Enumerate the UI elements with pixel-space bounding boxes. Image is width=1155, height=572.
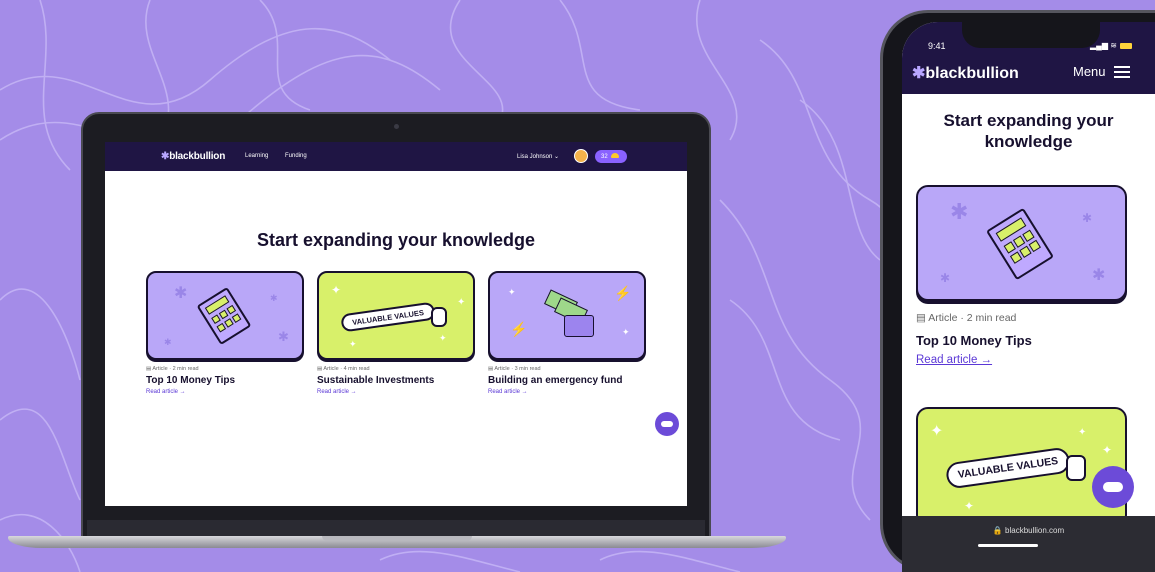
sparkle-icon: ✦	[930, 423, 944, 440]
menu-button[interactable]: Menu	[1073, 64, 1106, 79]
sparkle-icon: ✱	[270, 293, 278, 303]
sparkle-icon: ✦	[439, 333, 447, 343]
page-title: Start expanding your knowledge	[943, 111, 1114, 151]
read-article-link[interactable]: Read article →	[488, 389, 646, 395]
sparkle-icon: ✱	[1092, 267, 1106, 284]
article-title[interactable]: Sustainable Investments	[317, 375, 475, 386]
logo-text: blackbullion	[925, 65, 1019, 82]
article-card[interactable]: ✦ ✦ ✦ ✦ VALUABLE VALUES ▤ Article · 4 mi…	[317, 271, 475, 395]
sparkle-icon: ⚡	[510, 321, 528, 337]
status-icons: ▂▄▆ ≋	[1090, 41, 1132, 50]
points-badge[interactable]: 32	[595, 150, 627, 163]
article-title[interactable]: Top 10 Money Tips	[146, 375, 304, 386]
emergency-fund-illustration: ✦ ⚡ ⚡ ✦	[488, 271, 646, 360]
wallet-icon	[564, 315, 594, 337]
status-time: 9:41	[928, 41, 946, 51]
battery-icon	[1119, 42, 1132, 49]
hamburger-icon[interactable]	[1114, 66, 1130, 78]
phone-screen: 9:41 ▂▄▆ ≋ ✱blackbullion Menu Start expa…	[902, 22, 1155, 572]
sparkle-icon: ✱	[278, 329, 289, 344]
logo-star-icon: ✱	[912, 65, 926, 82]
thumbs-up-icon	[431, 307, 447, 327]
article-card[interactable]: ✦ ⚡ ⚡ ✦ ▤ Article · 3 min read Building …	[488, 271, 646, 395]
sparkle-icon: ✱	[164, 337, 172, 347]
read-article-link[interactable]: Read article →	[317, 389, 475, 395]
article-title[interactable]: Top 10 Money Tips	[916, 333, 1032, 348]
page-title: Start expanding your knowledge	[256, 230, 536, 250]
article-meta: ▤ Article · 2 min read	[916, 312, 1017, 324]
valuable-values-banner: VALUABLE VALUES	[340, 301, 436, 333]
sparkle-icon: ✦	[1078, 427, 1087, 438]
logo-text: blackbullion	[169, 151, 226, 162]
valuable-values-banner: VALUABLE VALUES	[944, 446, 1072, 490]
blackbullion-logo[interactable]: ✱blackbullion	[161, 151, 225, 162]
coins-icon	[610, 153, 619, 158]
avatar[interactable]	[574, 149, 588, 163]
read-article-link[interactable]: Read article →	[916, 354, 992, 366]
sparkle-icon: ✱	[1082, 211, 1093, 225]
sparkle-icon: ✦	[964, 499, 975, 513]
article-meta: ▤ Article · 2 min read	[146, 366, 199, 372]
sparkle-icon: ✱	[940, 271, 951, 285]
sparkle-icon: ✦	[622, 327, 630, 337]
chat-button[interactable]	[655, 412, 679, 436]
phone-header: 9:41 ▂▄▆ ≋ ✱blackbullion Menu	[902, 22, 1155, 94]
thumbs-up-icon	[1066, 455, 1086, 481]
article-title[interactable]: Building an emergency fund	[488, 375, 646, 386]
calculator-icon	[985, 207, 1055, 281]
calculator-icon	[196, 286, 252, 346]
calculator-illustration[interactable]: ✱ ✱ ✱ ✱	[916, 185, 1127, 301]
points-count: 32	[601, 154, 608, 160]
sparkle-icon: ✦	[331, 283, 342, 297]
sparkle-icon: ✱	[174, 285, 188, 302]
blackbullion-logo[interactable]: ✱blackbullion	[912, 63, 1019, 83]
article-meta: ▤ Article · 3 min read	[488, 366, 541, 372]
sparkle-icon: ✦	[508, 287, 516, 297]
read-article-link[interactable]: Read article →	[146, 389, 304, 395]
laptop-camera	[394, 124, 399, 129]
sparkle-icon: ⚡	[614, 285, 632, 301]
sparkle-icon: ✱	[950, 199, 969, 224]
top-navigation-bar: ✱blackbullion Learning Funding Lisa John…	[105, 142, 687, 171]
chat-button[interactable]	[1092, 466, 1134, 508]
laptop-notch	[322, 536, 472, 541]
article-meta: ▤ Article · 4 min read	[317, 366, 370, 372]
logo-star-icon: ✱	[161, 151, 170, 162]
phone-notch	[962, 22, 1100, 48]
sparkle-icon: ✦	[349, 339, 357, 349]
valuable-values-illustration[interactable]: ✦ ✦ ✦ ✦ VALUABLE VALUES	[916, 407, 1127, 527]
calculator-illustration: ✱ ✱ ✱ ✱	[146, 271, 304, 360]
nav-link-learning[interactable]: Learning	[245, 153, 268, 159]
user-menu-dropdown[interactable]: Lisa Johnson ⌄	[517, 153, 559, 160]
article-card[interactable]: ✱ ✱ ✱ ✱ ▤ Article · 2 min read Top 10 Mo…	[146, 271, 304, 395]
sparkle-icon: ✦	[1102, 443, 1113, 457]
valuable-values-illustration: ✦ ✦ ✦ ✦ VALUABLE VALUES	[317, 271, 475, 360]
url-bar[interactable]: 🔒 blackbullion.com	[902, 526, 1155, 535]
laptop-screen: ✱blackbullion Learning Funding Lisa John…	[105, 142, 687, 506]
nav-link-funding[interactable]: Funding	[285, 153, 307, 159]
sparkle-icon: ✦	[457, 297, 466, 308]
home-indicator	[978, 544, 1038, 547]
